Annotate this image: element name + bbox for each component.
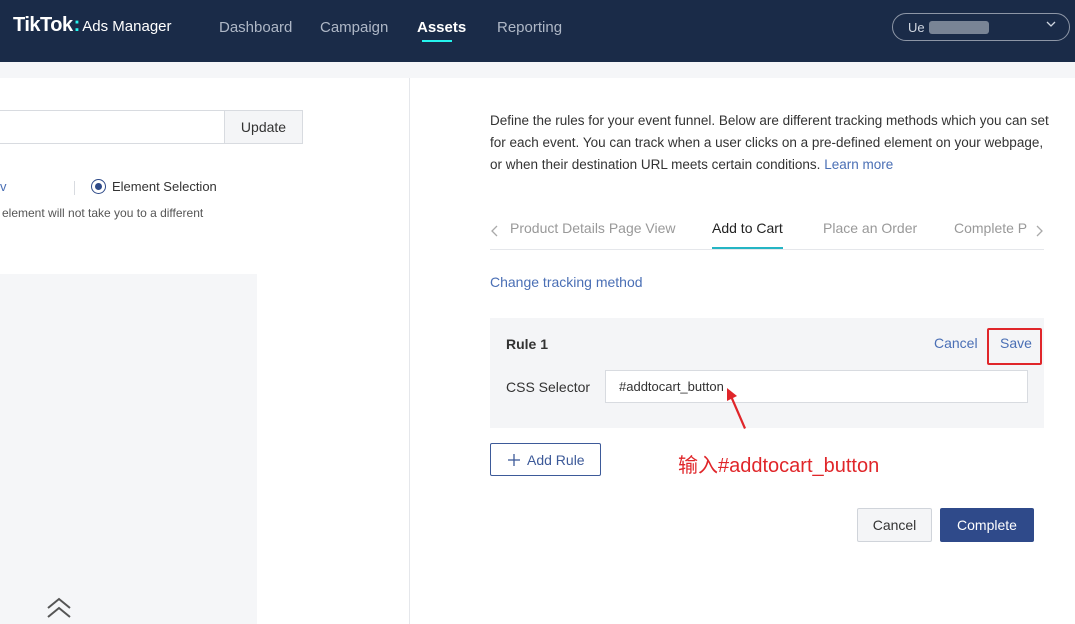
tab-overflow-clip: Complete P — [954, 218, 1032, 246]
logo-colon: : — [73, 14, 81, 36]
rule-cancel-link[interactable]: Cancel — [934, 335, 978, 351]
tab-add-to-cart[interactable]: Add to Cart — [712, 220, 783, 236]
rule-card: Rule 1 Cancel Save CSS Selector #addtoca… — [490, 318, 1044, 428]
rule-title: Rule 1 — [506, 336, 549, 352]
learn-more-link[interactable]: Learn more — [824, 157, 893, 172]
add-rule-button[interactable]: Add Rule — [490, 443, 601, 476]
option-separator — [74, 181, 75, 195]
url-input[interactable] — [0, 110, 225, 144]
account-name: Ue — [908, 20, 925, 35]
logo-wordmark: TikTok — [13, 14, 73, 36]
top-nav-bar: TikTok : Ads Manager Dashboard Campaign … — [0, 0, 1075, 62]
nav-dashboard[interactable]: Dashboard — [219, 19, 292, 43]
css-selector-input[interactable]: #addtocart_button — [605, 370, 1028, 403]
tab-complete-payment[interactable]: Complete P — [954, 220, 1027, 236]
tab-place-an-order[interactable]: Place an Order — [823, 220, 917, 236]
css-selector-label: CSS Selector — [506, 379, 591, 395]
chevron-left-icon[interactable] — [490, 225, 500, 237]
save-highlight-box — [987, 328, 1042, 365]
event-tabs: Product Details Page View Add to Cart Pl… — [490, 218, 1044, 250]
nav-active-indicator — [422, 40, 452, 42]
update-button[interactable]: Update — [224, 110, 303, 144]
element-selection-hint: element will not take you to a different — [2, 206, 204, 220]
tracking-method-option-partial[interactable]: v — [0, 179, 7, 194]
annotation-text: 输入#addtocart_button — [678, 455, 880, 477]
tab-product-details-page-view[interactable]: Product Details Page View — [510, 220, 676, 236]
tab-active-indicator — [712, 247, 783, 249]
element-selection-radio[interactable] — [91, 179, 106, 194]
funnel-description: Define the rules for your event funnel. … — [490, 110, 1050, 176]
account-selector[interactable]: Ue — [892, 13, 1070, 41]
change-tracking-method-link[interactable]: Change tracking method — [490, 274, 643, 290]
element-selection-label[interactable]: Element Selection — [112, 179, 217, 194]
nav-campaign[interactable]: Campaign — [320, 19, 388, 43]
plus-icon — [508, 454, 520, 466]
logo-subtitle: Ads Manager — [82, 18, 172, 35]
right-panel: Define the rules for your event funnel. … — [410, 78, 1075, 624]
left-panel: Update v Element Selection element will … — [0, 78, 409, 624]
double-chevron-up-icon[interactable] — [46, 596, 72, 620]
cancel-button[interactable]: Cancel — [857, 508, 932, 542]
chevron-right-icon[interactable] — [1034, 225, 1044, 237]
description-text: Define the rules for your event funnel. … — [490, 113, 1049, 172]
complete-button[interactable]: Complete — [940, 508, 1034, 542]
page-preview-area[interactable] — [0, 274, 257, 624]
chevron-down-icon — [1046, 21, 1056, 27]
tiktok-ads-logo[interactable]: TikTok : Ads Manager — [13, 14, 172, 37]
annotation-arrow-icon — [727, 388, 746, 429]
account-name-redacted — [929, 21, 989, 34]
add-rule-label: Add Rule — [527, 452, 585, 468]
nav-reporting[interactable]: Reporting — [497, 19, 562, 43]
